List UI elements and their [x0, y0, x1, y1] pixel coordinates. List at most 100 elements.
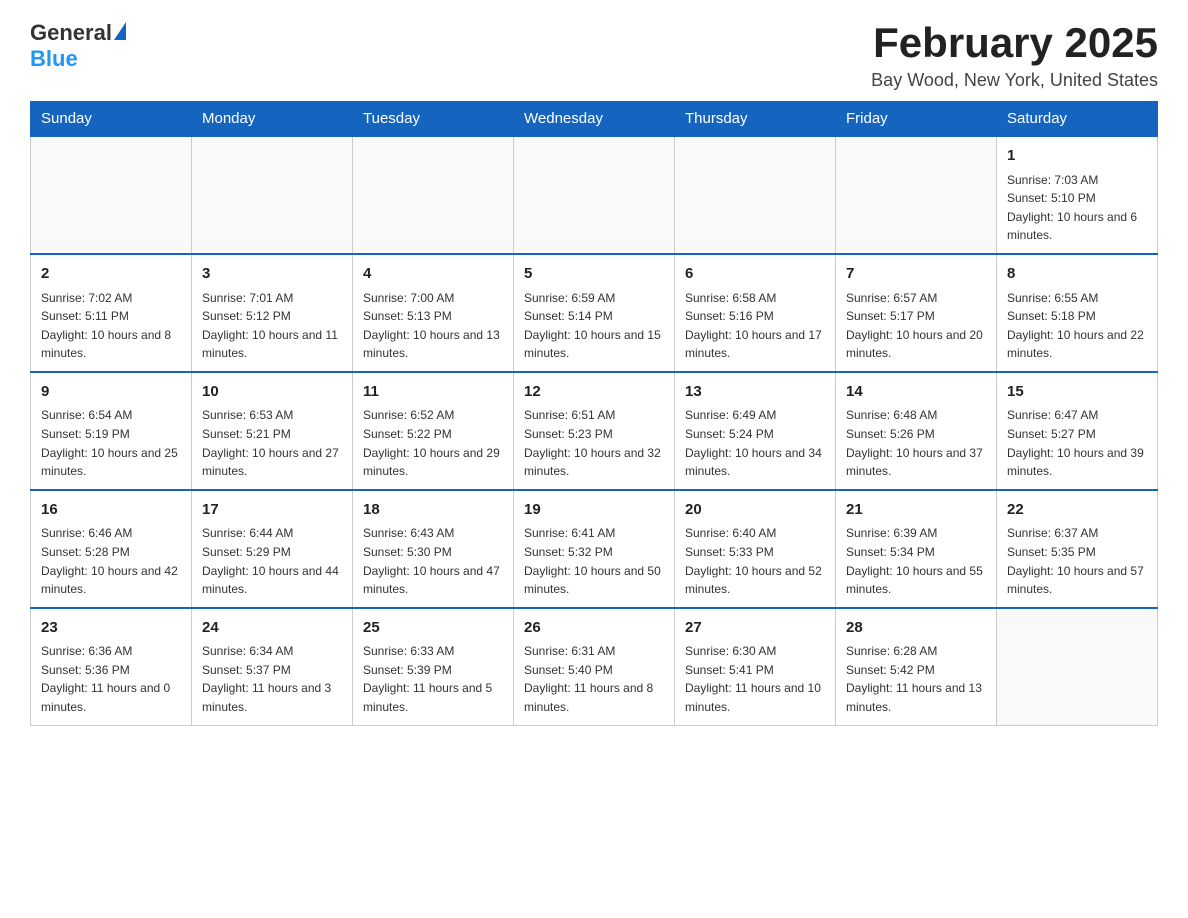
calendar-day-cell — [997, 608, 1158, 725]
calendar-day-cell: 7 Sunrise: 6:57 AMSunset: 5:17 PMDaylight… — [836, 254, 997, 372]
day-info-text: Sunrise: 6:30 AMSunset: 5:41 PMDaylight:… — [685, 642, 825, 716]
day-of-week-header: Friday — [836, 102, 997, 137]
day-of-week-header: Tuesday — [353, 102, 514, 137]
day-info-text: Sunrise: 6:51 AMSunset: 5:23 PMDaylight:… — [524, 406, 664, 480]
day-number: 24 — [202, 617, 342, 640]
day-info-text: Sunrise: 6:58 AMSunset: 5:16 PMDaylight:… — [685, 289, 825, 363]
day-number: 27 — [685, 617, 825, 640]
day-number: 17 — [202, 499, 342, 522]
day-of-week-header: Monday — [192, 102, 353, 137]
calendar-header: SundayMondayTuesdayWednesdayThursdayFrid… — [31, 102, 1158, 137]
day-info-text: Sunrise: 6:40 AMSunset: 5:33 PMDaylight:… — [685, 524, 825, 598]
calendar-week-row: 16Sunrise: 6:46 AMSunset: 5:28 PMDayligh… — [31, 490, 1158, 608]
calendar-day-cell: 8 Sunrise: 6:55 AMSunset: 5:18 PMDaylight… — [997, 254, 1158, 372]
day-of-week-header: Wednesday — [514, 102, 675, 137]
day-info-text: Sunrise: 6:41 AMSunset: 5:32 PMDaylight:… — [524, 524, 664, 598]
calendar-day-cell: 20Sunrise: 6:40 AMSunset: 5:33 PMDayligh… — [675, 490, 836, 608]
logo-general-text: General — [30, 20, 112, 46]
calendar-day-cell: 18Sunrise: 6:43 AMSunset: 5:30 PMDayligh… — [353, 490, 514, 608]
day-info-text: Sunrise: 6:44 AMSunset: 5:29 PMDaylight:… — [202, 524, 342, 598]
calendar-day-cell: 13Sunrise: 6:49 AMSunset: 5:24 PMDayligh… — [675, 372, 836, 490]
day-number: 10 — [202, 381, 342, 404]
day-info-text: Sunrise: 6:53 AMSunset: 5:21 PMDaylight:… — [202, 406, 342, 480]
calendar-day-cell: 21Sunrise: 6:39 AMSunset: 5:34 PMDayligh… — [836, 490, 997, 608]
day-info-text: Sunrise: 6:31 AMSunset: 5:40 PMDaylight:… — [524, 642, 664, 716]
day-info-text: Sunrise: 6:46 AMSunset: 5:28 PMDaylight:… — [41, 524, 181, 598]
calendar-day-cell: 24Sunrise: 6:34 AMSunset: 5:37 PMDayligh… — [192, 608, 353, 725]
calendar-day-cell — [836, 136, 997, 254]
day-number: 18 — [363, 499, 503, 522]
day-number: 14 — [846, 381, 986, 404]
day-info-text: Sunrise: 6:43 AMSunset: 5:30 PMDaylight:… — [363, 524, 503, 598]
calendar-week-row: 23Sunrise: 6:36 AMSunset: 5:36 PMDayligh… — [31, 608, 1158, 725]
month-title: February 2025 — [871, 20, 1158, 66]
day-info-text: Sunrise: 6:39 AMSunset: 5:34 PMDaylight:… — [846, 524, 986, 598]
calendar-day-cell: 27Sunrise: 6:30 AMSunset: 5:41 PMDayligh… — [675, 608, 836, 725]
day-number: 7 — [846, 263, 986, 286]
day-number: 23 — [41, 617, 181, 640]
location-subtitle: Bay Wood, New York, United States — [871, 70, 1158, 91]
day-info-text: Sunrise: 6:52 AMSunset: 5:22 PMDaylight:… — [363, 406, 503, 480]
calendar-week-row: 2 Sunrise: 7:02 AMSunset: 5:11 PMDaylight… — [31, 254, 1158, 372]
calendar-day-cell: 23Sunrise: 6:36 AMSunset: 5:36 PMDayligh… — [31, 608, 192, 725]
calendar-day-cell: 15Sunrise: 6:47 AMSunset: 5:27 PMDayligh… — [997, 372, 1158, 490]
calendar-day-cell: 3 Sunrise: 7:01 AMSunset: 5:12 PMDaylight… — [192, 254, 353, 372]
day-of-week-header: Thursday — [675, 102, 836, 137]
day-info-text: Sunrise: 7:01 AMSunset: 5:12 PMDaylight:… — [202, 289, 342, 363]
day-number: 19 — [524, 499, 664, 522]
calendar-week-row: 9Sunrise: 6:54 AMSunset: 5:19 PMDaylight… — [31, 372, 1158, 490]
day-info-text: Sunrise: 7:02 AMSunset: 5:11 PMDaylight:… — [41, 289, 181, 363]
day-number: 11 — [363, 381, 503, 404]
day-info-text: Sunrise: 6:47 AMSunset: 5:27 PMDaylight:… — [1007, 406, 1147, 480]
day-number: 2 — [41, 263, 181, 286]
day-info-text: Sunrise: 6:54 AMSunset: 5:19 PMDaylight:… — [41, 406, 181, 480]
calendar-day-cell: 26Sunrise: 6:31 AMSunset: 5:40 PMDayligh… — [514, 608, 675, 725]
day-number: 20 — [685, 499, 825, 522]
calendar-day-cell: 16Sunrise: 6:46 AMSunset: 5:28 PMDayligh… — [31, 490, 192, 608]
title-section: February 2025 Bay Wood, New York, United… — [871, 20, 1158, 91]
calendar-week-row: 1 Sunrise: 7:03 AMSunset: 5:10 PMDaylight… — [31, 136, 1158, 254]
day-number: 3 — [202, 263, 342, 286]
day-info-text: Sunrise: 6:49 AMSunset: 5:24 PMDaylight:… — [685, 406, 825, 480]
calendar-day-cell: 10Sunrise: 6:53 AMSunset: 5:21 PMDayligh… — [192, 372, 353, 490]
day-info-text: Sunrise: 6:55 AMSunset: 5:18 PMDaylight:… — [1007, 289, 1147, 363]
day-number: 26 — [524, 617, 664, 640]
day-number: 16 — [41, 499, 181, 522]
day-number: 5 — [524, 263, 664, 286]
day-info-text: Sunrise: 6:33 AMSunset: 5:39 PMDaylight:… — [363, 642, 503, 716]
day-number: 22 — [1007, 499, 1147, 522]
day-info-text: Sunrise: 6:36 AMSunset: 5:36 PMDaylight:… — [41, 642, 181, 716]
calendar-day-cell: 25Sunrise: 6:33 AMSunset: 5:39 PMDayligh… — [353, 608, 514, 725]
calendar-day-cell: 19Sunrise: 6:41 AMSunset: 5:32 PMDayligh… — [514, 490, 675, 608]
day-number: 9 — [41, 381, 181, 404]
day-of-week-header: Sunday — [31, 102, 192, 137]
calendar-day-cell: 12Sunrise: 6:51 AMSunset: 5:23 PMDayligh… — [514, 372, 675, 490]
calendar-day-cell: 17Sunrise: 6:44 AMSunset: 5:29 PMDayligh… — [192, 490, 353, 608]
calendar-day-cell — [31, 136, 192, 254]
day-number: 21 — [846, 499, 986, 522]
calendar-day-cell: 4Sunrise: 7:00 AMSunset: 5:13 PMDaylight… — [353, 254, 514, 372]
day-info-text: Sunrise: 6:57 AMSunset: 5:17 PMDaylight:… — [846, 289, 986, 363]
days-of-week-row: SundayMondayTuesdayWednesdayThursdayFrid… — [31, 102, 1158, 137]
page-header: General Blue February 2025 Bay Wood, New… — [30, 20, 1158, 91]
day-info-text: Sunrise: 6:34 AMSunset: 5:37 PMDaylight:… — [202, 642, 342, 716]
calendar-day-cell: 5Sunrise: 6:59 AMSunset: 5:14 PMDaylight… — [514, 254, 675, 372]
day-number: 12 — [524, 381, 664, 404]
day-number: 28 — [846, 617, 986, 640]
day-number: 15 — [1007, 381, 1147, 404]
logo-triangle-icon — [114, 22, 126, 40]
day-info-text: Sunrise: 6:48 AMSunset: 5:26 PMDaylight:… — [846, 406, 986, 480]
day-number: 8 — [1007, 263, 1147, 286]
day-number: 1 — [1007, 145, 1147, 168]
calendar-day-cell — [353, 136, 514, 254]
calendar-day-cell — [192, 136, 353, 254]
day-info-text: Sunrise: 6:28 AMSunset: 5:42 PMDaylight:… — [846, 642, 986, 716]
calendar-day-cell: 9Sunrise: 6:54 AMSunset: 5:19 PMDaylight… — [31, 372, 192, 490]
calendar-day-cell: 14Sunrise: 6:48 AMSunset: 5:26 PMDayligh… — [836, 372, 997, 490]
day-info-text: Sunrise: 7:03 AMSunset: 5:10 PMDaylight:… — [1007, 171, 1147, 245]
calendar-day-cell — [514, 136, 675, 254]
calendar-day-cell — [675, 136, 836, 254]
day-info-text: Sunrise: 7:00 AMSunset: 5:13 PMDaylight:… — [363, 289, 503, 363]
day-info-text: Sunrise: 6:37 AMSunset: 5:35 PMDaylight:… — [1007, 524, 1147, 598]
calendar-body: 1 Sunrise: 7:03 AMSunset: 5:10 PMDaylight… — [31, 136, 1158, 725]
